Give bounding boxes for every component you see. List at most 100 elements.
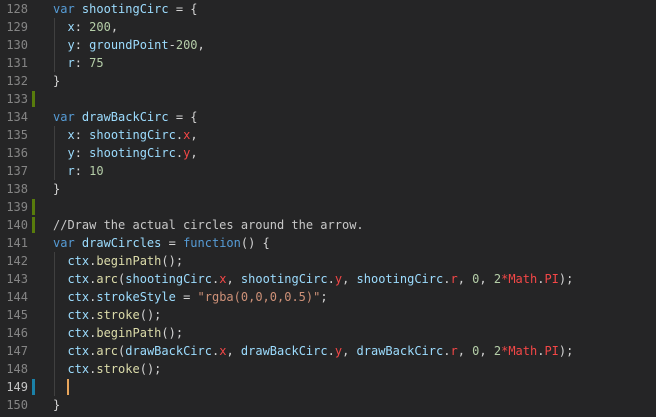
git-added-marker[interactable] (32, 199, 35, 215)
code-token: Math (508, 272, 538, 286)
code-token: , (342, 344, 357, 358)
git-modified-marker[interactable] (32, 379, 35, 395)
code-token: , (342, 272, 357, 286)
line-number: 135 (6, 128, 28, 142)
code-token: , (479, 344, 494, 358)
code-token: shootingCirc (356, 272, 444, 286)
code-token: = { (168, 110, 198, 124)
code-token: 200 (89, 20, 111, 34)
line-number: 144 (6, 290, 28, 304)
code-token: var (53, 236, 82, 250)
code-line[interactable]: 128 var shootingCirc = { (0, 0, 656, 18)
code-line[interactable]: 140 //Draw the actual circles around the … (0, 216, 656, 234)
line-number: 148 (6, 362, 28, 376)
code-line[interactable]: 149 (0, 378, 656, 396)
code-line[interactable]: 137 r: 10 (0, 162, 656, 180)
code-token: shootingCirc (89, 128, 176, 142)
code-text: x: 200, (53, 18, 118, 36)
code-token: var (53, 2, 82, 16)
code-line[interactable]: 141 var drawCircles = function() { (0, 234, 656, 252)
code-line[interactable]: 148 ctx.stroke(); (0, 360, 656, 378)
code-line[interactable]: 144 ctx.strokeStyle = "rgba(0,0,0,0.5)"; (0, 288, 656, 306)
git-added-marker[interactable] (32, 91, 35, 107)
code-token: shootingCirc (125, 272, 212, 286)
code-token: ctx (53, 272, 90, 286)
code-token: : (74, 56, 90, 70)
code-token: , (110, 20, 119, 34)
code-token: y (334, 272, 343, 286)
line-number: 146 (6, 326, 28, 340)
code-line[interactable]: 129 x: 200, (0, 18, 656, 36)
code-line[interactable]: 133 (0, 90, 656, 108)
code-token: ctx (53, 254, 90, 268)
code-token: r (53, 164, 75, 178)
code-line[interactable]: 131 r: 75 (0, 54, 656, 72)
code-line[interactable]: 136 y: shootingCirc.y, (0, 144, 656, 162)
code-token: y (334, 344, 343, 358)
code-line[interactable]: 132} (0, 72, 656, 90)
code-token: : (74, 38, 90, 52)
indent-guide (54, 18, 55, 72)
code-line[interactable]: 146 ctx.beginPath(); (0, 324, 656, 342)
code-token: (); (161, 326, 184, 340)
code-token: arc (96, 344, 119, 358)
code-text: y: shootingCirc.y, (53, 144, 197, 162)
code-line[interactable]: 134 var drawBackCirc = { (0, 108, 656, 126)
code-token: shootingCirc (81, 2, 169, 16)
code-token: . (175, 128, 184, 142)
code-token: , (479, 272, 494, 286)
code-text: //Draw the actual circles around the arr… (53, 216, 364, 234)
line-number: 150 (6, 398, 28, 412)
code-token: . (327, 272, 335, 286)
code-token: arc (96, 272, 119, 286)
code-token: = { (168, 2, 198, 16)
code-token: drawBackCirc (356, 344, 444, 358)
code-text: ctx.stroke(); (53, 306, 161, 324)
line-number: 132 (6, 74, 28, 88)
line-number: 133 (6, 92, 28, 106)
code-token: r (450, 344, 458, 358)
code-text: r: 10 (53, 162, 103, 180)
code-token: } (53, 74, 61, 88)
code-text: ctx.arc(shootingCirc.x, shootingCirc.y, … (53, 270, 573, 288)
code-token: , (190, 128, 198, 142)
code-token: , (197, 38, 205, 52)
code-line[interactable]: 143 ctx.arc(shootingCirc.x, shootingCirc… (0, 270, 656, 288)
code-text: ctx.beginPath(); (53, 252, 183, 270)
code-line[interactable]: 130 y: groundPoint-200, (0, 36, 656, 54)
line-number: 140 (6, 218, 28, 232)
code-token: : (74, 128, 90, 142)
code-token: beginPath (96, 326, 162, 340)
code-token: 200 (175, 38, 198, 52)
code-token: stroke (96, 308, 140, 322)
git-added-marker[interactable] (32, 217, 35, 233)
code-line[interactable]: 150} (0, 396, 656, 414)
code-token: //Draw the actual circles around the arr… (53, 218, 364, 232)
code-editor[interactable]: 128 var shootingCirc = { 129 x: 200, 130 y:… (0, 0, 656, 417)
code-line[interactable]: 139 (0, 198, 656, 216)
code-token: ; (320, 290, 328, 304)
code-line[interactable]: 138} (0, 180, 656, 198)
code-text: r: 75 (53, 54, 103, 72)
code-text: ctx.beginPath(); (53, 324, 183, 342)
code-line[interactable]: 145 ctx.stroke(); (0, 306, 656, 324)
code-token: shootingCirc (89, 146, 176, 160)
code-token: = (161, 236, 184, 250)
code-token: groundPoint (89, 38, 169, 52)
code-token: drawCircles (81, 236, 162, 250)
code-token: ctx (53, 290, 90, 304)
code-text: y: groundPoint-200, (53, 36, 205, 54)
code-token: - (168, 38, 176, 52)
code-line[interactable]: 142 ctx.beginPath(); (0, 252, 656, 270)
code-line[interactable]: 147 ctx.arc(drawBackCirc.x, drawBackCirc… (0, 342, 656, 360)
line-number: 128 (6, 2, 28, 16)
line-number: 149 (6, 380, 28, 394)
code-token: ); (558, 272, 574, 286)
code-text: } (53, 72, 60, 90)
code-text: } (53, 396, 60, 414)
line-number: 134 (6, 110, 28, 124)
code-line[interactable]: 135 x: shootingCirc.x, (0, 126, 656, 144)
line-number: 142 (6, 254, 28, 268)
code-token: Math (508, 344, 538, 358)
code-token: } (53, 398, 61, 412)
